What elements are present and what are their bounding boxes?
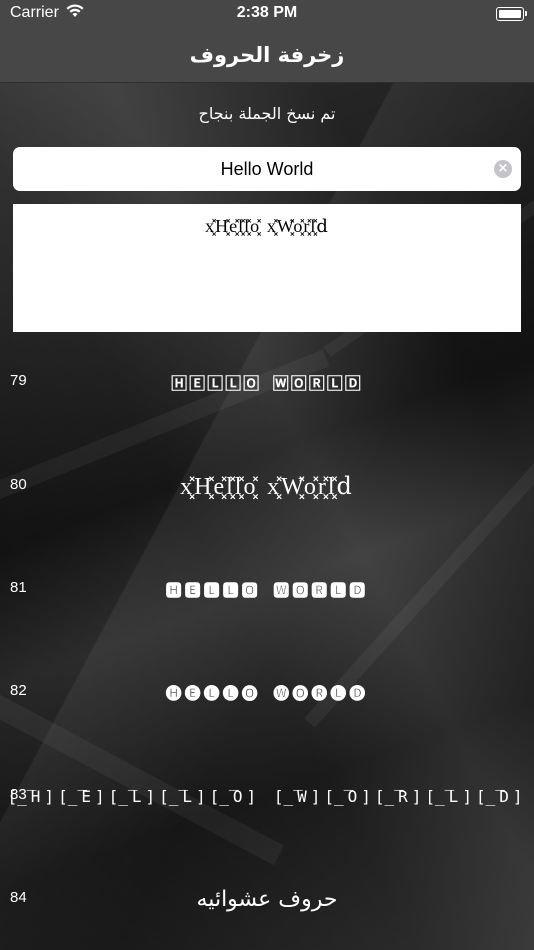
item-number: 81: [10, 579, 27, 596]
battery-icon: [496, 7, 527, 21]
item-styled-text: 🅗🅔🅛🅛🅞 🅦🅞🅡🅛🅓: [165, 684, 369, 703]
item-styled-text: 🄷🄴🄻🄻🄾 🅆🄾🅁🄻🄳: [171, 374, 363, 393]
list-item[interactable]: 81 🅷🅴🅻🅻🅾 🆆🅾🆁🅻🅳: [0, 569, 534, 609]
list-item[interactable]: 83 [̲̅H][̲̅E][̲̅L][̲̅L][̲̅O] [̲̅W][̲̅O][…: [0, 776, 534, 816]
decorated-output[interactable]: x͓̽H͓̽e͓̽l͓̽l͓̽o͓̽ x͓̽W͓̽o͓̽r͓̽l͓̽d: [13, 204, 521, 332]
list-item[interactable]: 84 حروف عشوائيه: [0, 879, 534, 919]
item-number: 80: [10, 476, 27, 493]
item-number: 82: [10, 682, 27, 699]
item-styled-text: حروف عشوائيه: [196, 886, 338, 912]
item-number: 79: [10, 372, 27, 389]
clear-icon[interactable]: ×: [494, 160, 512, 178]
list-item[interactable]: 80 x͓̽H͓̽e͓̽l͓̽l͓̽o͓̽ x͓̽W͓̽o͓̽r͓̽l͓̽d: [0, 466, 534, 506]
list-item[interactable]: 82 🅗🅔🅛🅛🅞 🅦🅞🅡🅛🅓: [0, 672, 534, 712]
navigation-bar: زخرفة الحروف: [0, 28, 534, 83]
item-styled-text: 🅷🅴🅻🅻🅾 🆆🅾🆁🅻🅳: [165, 581, 369, 600]
item-styled-text: x͓̽H͓̽e͓̽l͓̽l͓̽o͓̽ x͓̽W͓̽o͓̽r͓̽l͓̽d: [180, 471, 354, 500]
text-input-container: ×: [13, 147, 521, 191]
page-title: زخرفة الحروف: [189, 43, 345, 67]
copy-success-message: تم نسخ الجملة بنجاح: [198, 104, 336, 123]
item-styled-text: [̲̅H][̲̅E][̲̅L][̲̅L][̲̅O] [̲̅W][̲̅O][̲̅R…: [7, 786, 527, 806]
text-input[interactable]: [13, 147, 521, 191]
clock: 2:38 PM: [236, 4, 298, 21]
item-number: 84: [10, 889, 27, 906]
status-bar: Carrier 2:38 PM: [0, 0, 534, 28]
list-item[interactable]: 79 🄷🄴🄻🄻🄾 🅆🄾🅁🄻🄳: [0, 362, 534, 402]
